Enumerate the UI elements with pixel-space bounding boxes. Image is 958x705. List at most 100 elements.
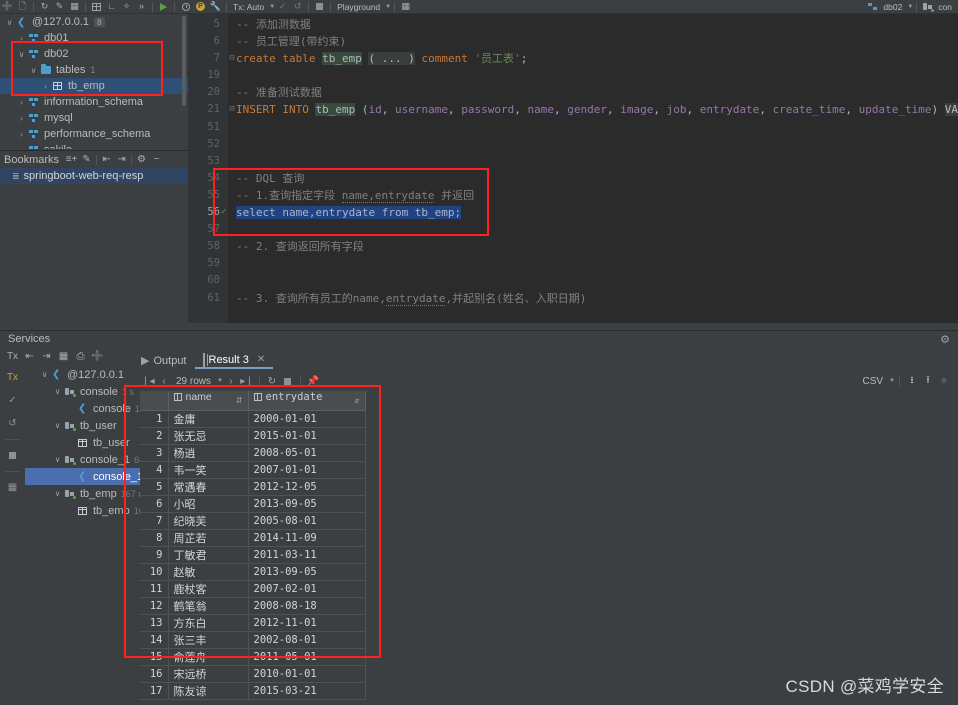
expand-arrow-icon[interactable]: ›: [16, 130, 27, 139]
tab-result-3[interactable]: Result 3 ✕: [194, 352, 274, 369]
stop-icon[interactable]: [280, 373, 296, 389]
db-tree-item-tb-emp[interactable]: › tb_emp: [0, 78, 188, 94]
next-page-button[interactable]: ›: [223, 373, 239, 389]
code-line-60[interactable]: 60: [188, 272, 958, 289]
code-line-21[interactable]: 21 ⊟ INSERT INTO tb_emp (id, username, pas…: [188, 101, 958, 118]
settings-icon[interactable]: ⚙: [940, 333, 950, 346]
table-row[interactable]: 7 纪晓芙 2005-08-01: [140, 512, 366, 530]
db-tree-item-performance-schema[interactable]: › performance_schema: [0, 126, 188, 142]
table-row[interactable]: 4 韦一笑 2007-01-01: [140, 461, 366, 479]
table-row[interactable]: 8 周芷若 2014-11-09: [140, 529, 366, 547]
table-row[interactable]: 9 丁敏君 2011-03-11: [140, 546, 366, 564]
schema-diagram-icon[interactable]: ∟: [104, 0, 119, 13]
column-header-name[interactable]: name ⇵: [168, 391, 249, 411]
download-icon[interactable]: ⭳: [904, 373, 920, 389]
add-icon[interactable]: ➕: [89, 348, 106, 365]
magic-icon[interactable]: ✧: [936, 373, 952, 389]
cell-entrydate[interactable]: 2005-08-01: [248, 512, 366, 530]
code-line-5[interactable]: 5 -- 添加测数据: [188, 16, 958, 33]
db-tree-item-db02[interactable]: ∨ db02: [0, 46, 188, 62]
close-icon[interactable]: ✕: [257, 354, 265, 365]
db-tree-scrollbar[interactable]: [182, 16, 186, 106]
sort-icon[interactable]: ⇵: [355, 391, 360, 410]
wrench-icon[interactable]: 🔧: [208, 0, 223, 13]
schema-label[interactable]: db02: [880, 2, 905, 12]
expand-arrow-icon[interactable]: ∨: [28, 66, 39, 75]
expand-arrow-icon[interactable]: ∨: [52, 387, 63, 396]
database-tree-panel[interactable]: ∨ ❯ @127.0.0.1 8 › db01 ∨ db02 ∨ tables 1 › tb_emp › i…: [0, 14, 188, 149]
tx-mode-label[interactable]: Tx: Auto: [230, 2, 267, 12]
cell-name[interactable]: 丁敏君: [168, 546, 249, 564]
refresh-icon[interactable]: ↻: [264, 373, 280, 389]
cell-name[interactable]: 张三丰: [168, 631, 249, 649]
upload-icon[interactable]: ⭱: [920, 373, 936, 389]
add-icon[interactable]: ➕: [0, 0, 15, 13]
expand-arrow-icon[interactable]: ›: [40, 82, 51, 91]
chevron-down-icon[interactable]: ▼: [889, 378, 895, 384]
stop-icon[interactable]: [4, 448, 21, 463]
chevron-down-icon[interactable]: ▼: [907, 4, 913, 10]
table-row[interactable]: 3 杨逍 2008-05-01: [140, 444, 366, 462]
expand-arrow-icon[interactable]: ›: [16, 146, 27, 150]
refresh-icon[interactable]: ↻: [37, 0, 52, 13]
edit-icon[interactable]: ✎: [79, 153, 94, 167]
code-line-53[interactable]: 53: [188, 153, 958, 170]
table-row[interactable]: 10 赵敏 2013-09-05: [140, 563, 366, 581]
prev-page-button[interactable]: ‹: [156, 373, 172, 389]
table-row[interactable]: 5 常遇春 2012-12-05: [140, 478, 366, 496]
code-line-19[interactable]: 19: [188, 67, 958, 84]
commit-icon[interactable]: ✓: [4, 393, 21, 408]
cell-name[interactable]: 韦一笑: [168, 461, 249, 479]
table-row[interactable]: 1 金庸 2000-01-01: [140, 410, 366, 428]
code-line-59[interactable]: 59: [188, 255, 958, 272]
cell-entrydate[interactable]: 2000-01-01: [248, 410, 366, 428]
cell-entrydate[interactable]: 2015-01-01: [248, 427, 366, 445]
expand-arrow-icon[interactable]: ∨: [16, 50, 27, 59]
cell-entrydate[interactable]: 2013-09-05: [248, 495, 366, 513]
table-row[interactable]: 15 俞莲舟 2011-05-01: [140, 648, 366, 666]
run-statement-icon[interactable]: ✓: [221, 204, 226, 221]
first-page-button[interactable]: ❘◂: [140, 373, 156, 389]
expand-arrow-icon[interactable]: ›: [16, 34, 27, 43]
copy-icon[interactable]: 🗋: [15, 0, 30, 13]
profile-icon[interactable]: P: [193, 0, 208, 13]
bookmark-item[interactable]: ≣ springboot-web-req-resp: [0, 168, 188, 184]
connection-label[interactable]: con: [935, 2, 955, 12]
history-icon[interactable]: [178, 0, 193, 13]
table-row[interactable]: 12 鹤笔翁 2008-08-18: [140, 597, 366, 615]
cell-entrydate[interactable]: 2012-11-01: [248, 614, 366, 632]
tab-output[interactable]: ▶ Output: [133, 352, 195, 369]
cell-name[interactable]: 纪晓芙: [168, 512, 249, 530]
run-script-icon[interactable]: ✎: [52, 0, 67, 13]
expand-all-icon[interactable]: ⇤: [99, 153, 114, 167]
cell-entrydate[interactable]: 2014-11-09: [248, 529, 366, 547]
cell-name[interactable]: 俞莲舟: [168, 648, 249, 666]
db-export-icon[interactable]: ▦: [67, 0, 82, 13]
cell-entrydate[interactable]: 2012-12-05: [248, 478, 366, 496]
fold-marker-icon[interactable]: ⊟: [228, 50, 236, 67]
group-icon[interactable]: ▦: [55, 348, 72, 365]
cell-name[interactable]: 杨逍: [168, 444, 249, 462]
cell-name[interactable]: 金庸: [168, 410, 249, 428]
chevron-down-icon[interactable]: ▼: [385, 4, 391, 10]
collapse-all-icon[interactable]: ⇥: [114, 153, 129, 167]
code-line-20[interactable]: 20 -- 准备测试数据: [188, 84, 958, 101]
cell-entrydate[interactable]: 2002-08-01: [248, 631, 366, 649]
expand-arrow-icon[interactable]: ∨: [4, 18, 15, 27]
result-grid[interactable]: name ⇵ entrydate ⇵ 1 金庸 2000-01-01 2 张无忌 2015-0…: [140, 391, 958, 705]
add-bookmark-icon[interactable]: ≡+: [64, 153, 79, 167]
code-line-54[interactable]: 54 -- DQL 查询: [188, 170, 958, 187]
code-line-55[interactable]: 55 -- 1.查询指定字段 name,entrydate 并返回: [188, 187, 958, 204]
cell-name[interactable]: 鹿杖客: [168, 580, 249, 598]
code-line-58[interactable]: 58 -- 2. 查询返回所有字段: [188, 238, 958, 255]
cell-entrydate[interactable]: 2007-02-01: [248, 580, 366, 598]
expand-arrow-icon[interactable]: ∨: [39, 370, 50, 379]
cell-entrydate[interactable]: 2007-01-01: [248, 461, 366, 479]
cell-entrydate[interactable]: 2010-01-01: [248, 665, 366, 683]
rollback-icon[interactable]: ↺: [4, 416, 21, 431]
code-line-51[interactable]: 51: [188, 119, 958, 136]
collapse-all-icon[interactable]: ⇥: [38, 348, 55, 365]
cell-entrydate[interactable]: 2011-05-01: [248, 648, 366, 666]
sql-editor[interactable]: 5 -- 添加测数据 6 -- 员工管理(带约束) 7 ⊟ create table tb_…: [188, 14, 958, 323]
expand-arrow-icon[interactable]: ∨: [52, 421, 63, 430]
